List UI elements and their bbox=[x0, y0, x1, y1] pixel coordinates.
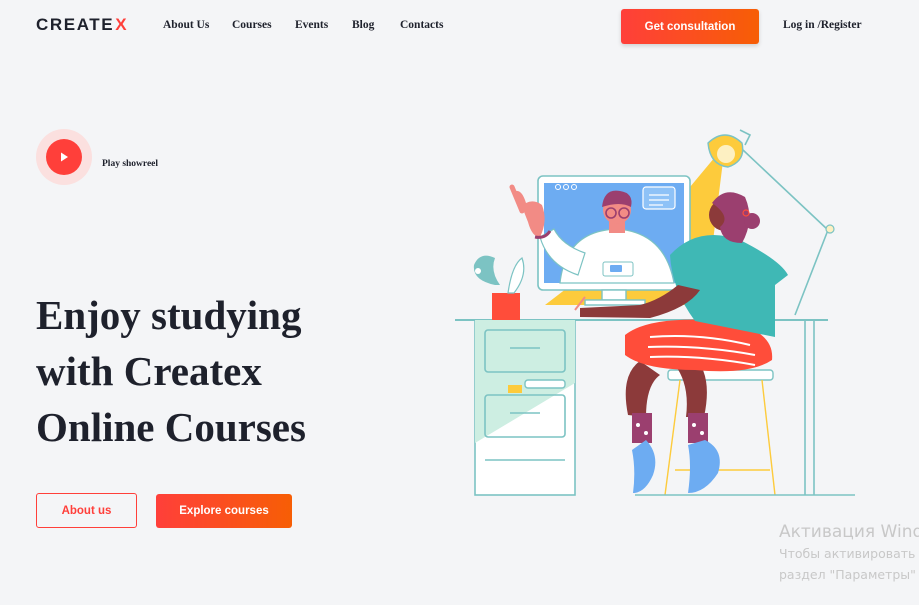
nav-contacts[interactable]: Contacts bbox=[400, 19, 443, 31]
explore-courses-button[interactable]: Explore courses bbox=[156, 494, 292, 528]
watermark-line-1: Чтобы активировать bbox=[779, 546, 916, 561]
main-nav: About Us Courses Events Blog Contacts bbox=[163, 19, 443, 31]
watermark-line-2: раздел "Параметры" bbox=[779, 567, 916, 582]
windows-activation-watermark: Активация Wind Чтобы активировать раздел… bbox=[779, 521, 919, 585]
logo-text: CREATE bbox=[36, 15, 115, 34]
plant-pot bbox=[492, 293, 520, 320]
shoe-right bbox=[688, 440, 720, 493]
logo-x-mark: X bbox=[115, 15, 129, 34]
hero-title: Enjoy studying with Createx Online Cours… bbox=[36, 287, 376, 455]
hero-illustration bbox=[455, 129, 855, 496]
nav-courses[interactable]: Courses bbox=[232, 19, 295, 31]
hero-title-line-2: with Createx bbox=[36, 348, 262, 394]
about-us-button[interactable]: About us bbox=[36, 493, 137, 528]
logo[interactable]: CREATE X bbox=[36, 15, 128, 35]
hero-title-line-3: Online Courses bbox=[36, 404, 306, 450]
login-register-link[interactable]: Log in /Register bbox=[783, 19, 862, 31]
play-showreel-label[interactable]: Play showreel bbox=[102, 159, 158, 169]
play-icon bbox=[61, 152, 68, 162]
nav-blog[interactable]: Blog bbox=[352, 19, 400, 31]
get-consultation-button[interactable]: Get consultation bbox=[621, 9, 759, 44]
play-showreel-button[interactable] bbox=[36, 129, 92, 185]
watermark-title: Активация Wind bbox=[779, 522, 919, 542]
shoe-left bbox=[632, 440, 656, 493]
hero-title-line-1: Enjoy studying bbox=[36, 292, 302, 338]
nav-about-us[interactable]: About Us bbox=[163, 19, 232, 31]
nav-events[interactable]: Events bbox=[295, 19, 352, 31]
play-button-inner bbox=[46, 139, 82, 175]
